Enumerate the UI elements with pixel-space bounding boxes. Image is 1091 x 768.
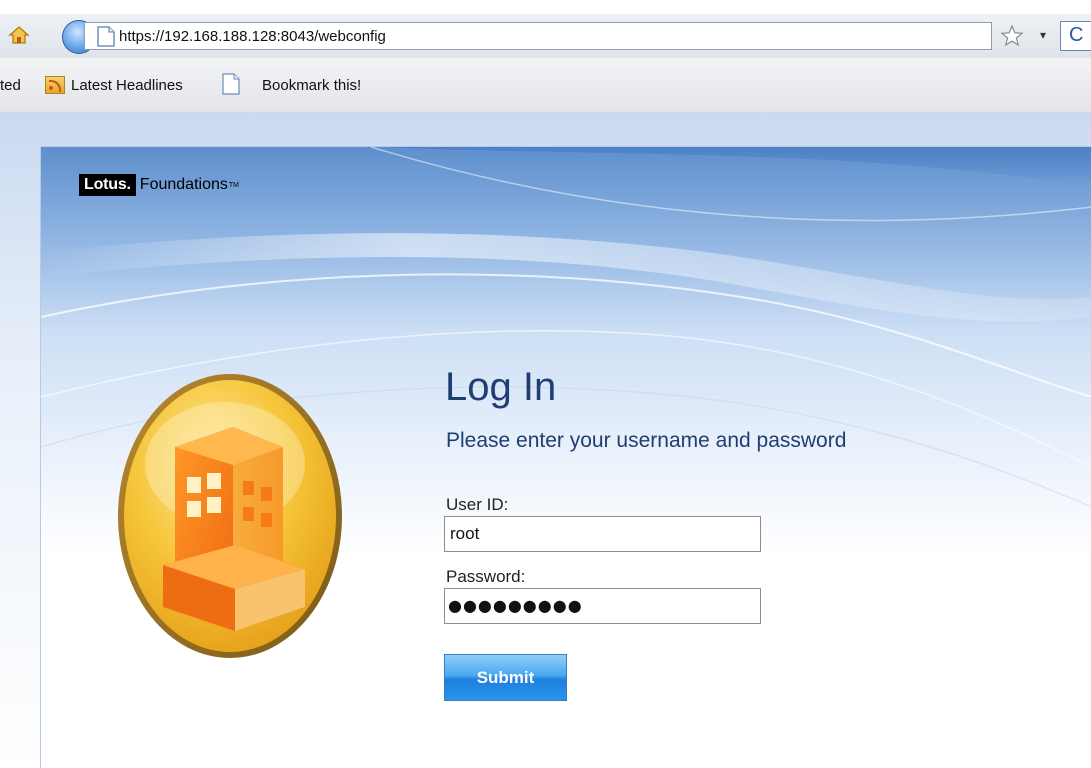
submit-button[interactable]: Submit: [444, 654, 567, 701]
logo-lotus-text: Lotus.: [79, 174, 136, 196]
navigation-toolbar: https://192.168.188.128:8043/webconfig ▾…: [0, 14, 1091, 58]
bookmark-star-icon[interactable]: [1000, 24, 1024, 48]
login-panel: Lotus. FoundationsTM Log In Please enter…: [40, 146, 1091, 768]
page-title: Log In: [445, 365, 557, 409]
refresh-icon: C: [1069, 24, 1084, 46]
userid-input[interactable]: [444, 516, 761, 552]
address-bar[interactable]: https://192.168.188.128:8043/webconfig: [84, 22, 992, 50]
home-icon[interactable]: [8, 24, 30, 46]
page-icon: [97, 26, 115, 47]
password-mask: ●●●●●●●●●: [448, 596, 583, 615]
window-top-edge: [0, 0, 1091, 14]
logo-foundations-text: Foundations: [139, 176, 228, 193]
foundations-building-emblem-icon: [118, 374, 342, 658]
bookmark-latest-headlines[interactable]: Latest Headlines: [71, 77, 183, 94]
bookmarks-toolbar: ted Latest Headlines Bookmark this!: [0, 58, 1091, 113]
page-icon: [222, 73, 240, 95]
bookmark-this-link[interactable]: Bookmark this!: [262, 77, 361, 94]
userid-label: User ID:: [446, 495, 509, 514]
page-subtitle: Please enter your username and password: [446, 429, 847, 452]
lotus-foundations-logo: Lotus. FoundationsTM: [79, 174, 239, 198]
refresh-button[interactable]: C: [1060, 21, 1091, 51]
rss-feed-icon: [45, 76, 65, 94]
url-text[interactable]: https://192.168.188.128:8043/webconfig: [119, 28, 386, 45]
logo-trademark: TM: [228, 181, 239, 189]
bookmark-item-truncated[interactable]: ted: [0, 77, 21, 94]
history-dropdown-icon[interactable]: ▾: [1040, 28, 1046, 42]
password-label: Password:: [446, 567, 526, 586]
